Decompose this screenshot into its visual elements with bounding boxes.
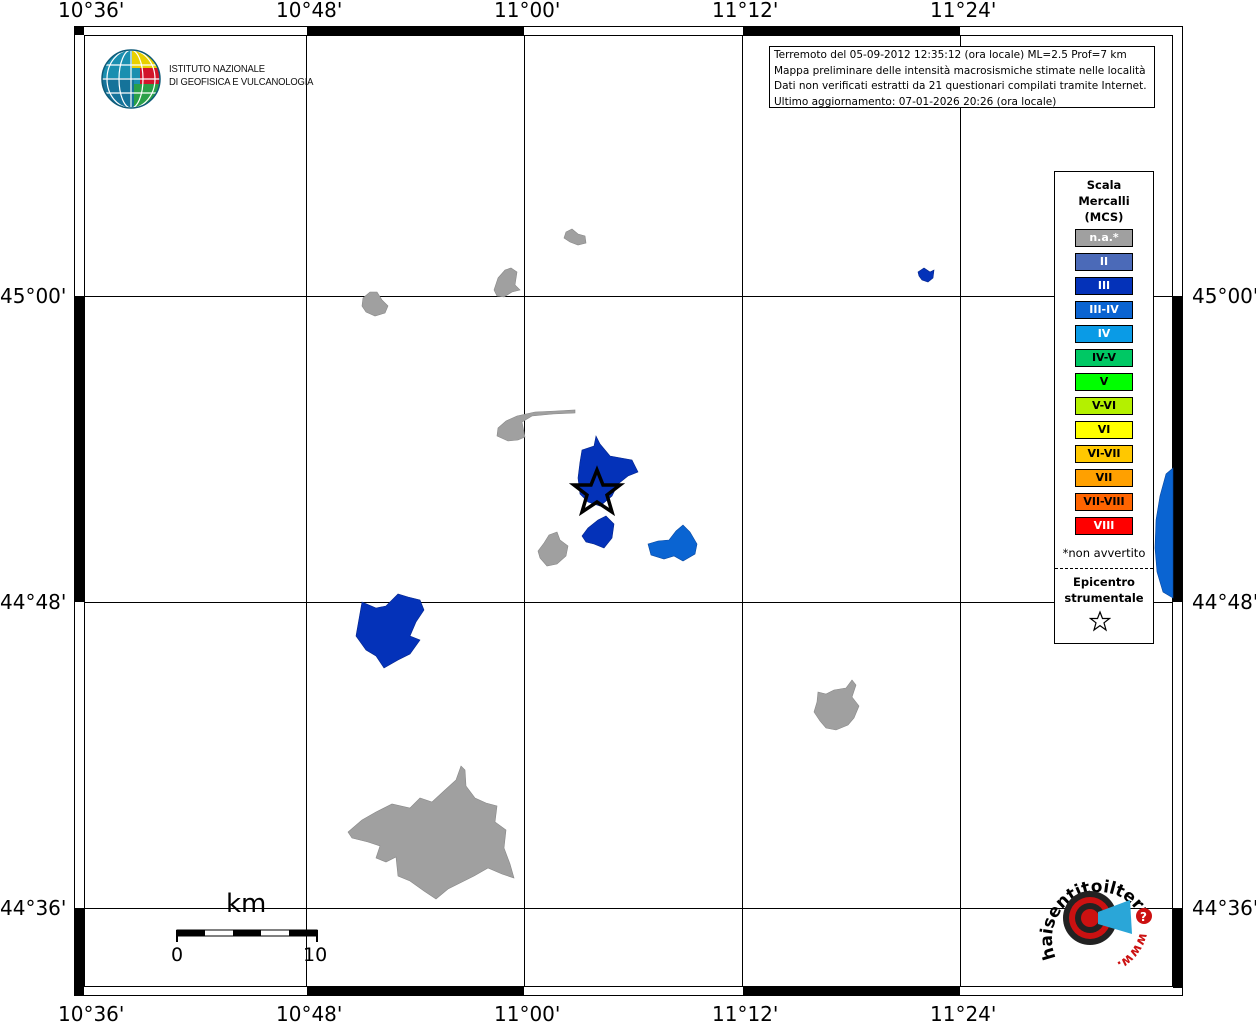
- legend-swatch: VI: [1075, 421, 1133, 439]
- legend-swatch: n.a.*: [1075, 229, 1133, 247]
- info-line-3: Dati non verificati estratti da 21 quest…: [774, 80, 1147, 92]
- svg-text:?: ?: [1140, 910, 1147, 924]
- tick-top-4: 11°12': [712, 0, 779, 22]
- legend-title-3: (MCS): [1084, 210, 1124, 224]
- legend-separator: [1055, 568, 1153, 569]
- place-iii-1: [917, 267, 935, 283]
- tick-top-5: 11°24': [930, 0, 997, 22]
- legend-swatch: III-IV: [1075, 301, 1133, 319]
- tick-left-1: 45°00': [0, 284, 67, 308]
- legend-title-1: Scala: [1086, 178, 1122, 192]
- frame-corner-tl: [75, 26, 84, 35]
- graticule: [84, 35, 1173, 987]
- legend-swatch: II: [1075, 253, 1133, 271]
- place-na-2: [493, 267, 521, 298]
- legend-swatch: VI-VII: [1075, 445, 1133, 463]
- legend-epi-2: strumentale: [1064, 591, 1144, 605]
- scale-zero-label: 0: [171, 944, 184, 966]
- tick-bottom-1: 10°36': [58, 1002, 125, 1026]
- place-iii-4: [355, 593, 425, 669]
- tick-bottom-4: 11°12': [712, 1002, 779, 1026]
- place-na-6: [813, 679, 860, 731]
- scale-unit-label: km: [226, 889, 267, 919]
- frame-corner-bl: [75, 987, 84, 996]
- event-info-box: Terremoto del 05-09-2012 12:35:12 (ora l…: [769, 46, 1155, 108]
- legend-swatch: VIII: [1075, 517, 1133, 535]
- legend-star-icon: [1089, 610, 1111, 632]
- frame-bar-bottom-2: [743, 987, 960, 996]
- legend-title: Scala Mercalli (MCS): [1055, 177, 1153, 225]
- info-line-2: Mappa preliminare delle intensità macros…: [774, 64, 1146, 77]
- info-line-4: Ultimo aggiornamento: 07-01-2026 20:26 (…: [774, 95, 1057, 108]
- institute-line-1: ISTITUTO NAZIONALE: [169, 63, 265, 75]
- ingv-globe-logo: [101, 49, 161, 109]
- tick-right-3: 44°36': [1192, 896, 1256, 920]
- institute-name: ISTITUTO NAZIONALE DI GEOFISICA E VULCAN…: [169, 63, 313, 89]
- frame-bar-left-1: [75, 296, 84, 602]
- tick-left-3: 44°36': [0, 896, 67, 920]
- legend-swatch: V: [1075, 373, 1133, 391]
- frame-bar-top-2: [743, 26, 960, 35]
- frame-bar-right-2: [1173, 908, 1182, 988]
- tick-top-3: 11°00': [494, 0, 561, 22]
- scale-bar: [176, 929, 318, 942]
- legend-epicenter-label: Epicentro strumentale: [1055, 574, 1153, 606]
- place-na-4: [496, 409, 576, 442]
- institute-line-2: DI GEOFISICA E VULCANOLOGIA: [169, 76, 314, 88]
- legend-swatch: V-VI: [1075, 397, 1133, 415]
- scale-ten-label: 10: [303, 944, 328, 966]
- legend-swatch: IV-V: [1075, 349, 1133, 367]
- tick-top-2: 10°48': [276, 0, 343, 22]
- place-na-3: [361, 291, 389, 317]
- brand-www-text: www.: [1114, 931, 1150, 973]
- tick-right-2: 44°48': [1192, 590, 1256, 614]
- tick-bottom-3: 11°00': [494, 1002, 561, 1026]
- place-iii-3: [581, 515, 615, 549]
- place-na-7: [347, 765, 515, 900]
- svg-text:www.: www.: [1114, 931, 1150, 973]
- legend-swatch: IV: [1075, 325, 1133, 343]
- frame-bar-top-1: [307, 26, 524, 35]
- tick-bottom-2: 10°48': [276, 1002, 343, 1026]
- intensity-legend: Scala Mercalli (MCS) n.a.* II III III-IV IV I…: [1054, 171, 1154, 644]
- tick-left-2: 44°48': [0, 590, 67, 614]
- haisentito-logo: haisentitoilterremoto.it www. ?: [1032, 860, 1154, 973]
- place-na-5: [537, 531, 569, 567]
- legend-swatch: VII-VIII: [1075, 493, 1133, 511]
- place-iii-iv-2: [1154, 467, 1174, 599]
- place-na-1: [563, 228, 587, 246]
- frame-bar-left-2: [75, 908, 84, 988]
- frame-bar-right-1: [1173, 296, 1182, 602]
- legend-epi-1: Epicentro: [1073, 575, 1135, 589]
- place-iii-iv-1: [647, 524, 698, 562]
- legend-note: *non avvertito: [1062, 546, 1146, 560]
- tick-bottom-5: 11°24': [930, 1002, 997, 1026]
- legend-swatch: VII: [1075, 469, 1133, 487]
- frame-bar-bottom-1: [307, 987, 524, 996]
- legend-swatch: III: [1075, 277, 1133, 295]
- legend-title-2: Mercalli: [1078, 194, 1130, 208]
- tick-top-1: 10°36': [58, 0, 125, 22]
- info-line-1: Terremoto del 05-09-2012 12:35:12 (ora l…: [774, 49, 1127, 61]
- tick-right-1: 45°00': [1192, 284, 1256, 308]
